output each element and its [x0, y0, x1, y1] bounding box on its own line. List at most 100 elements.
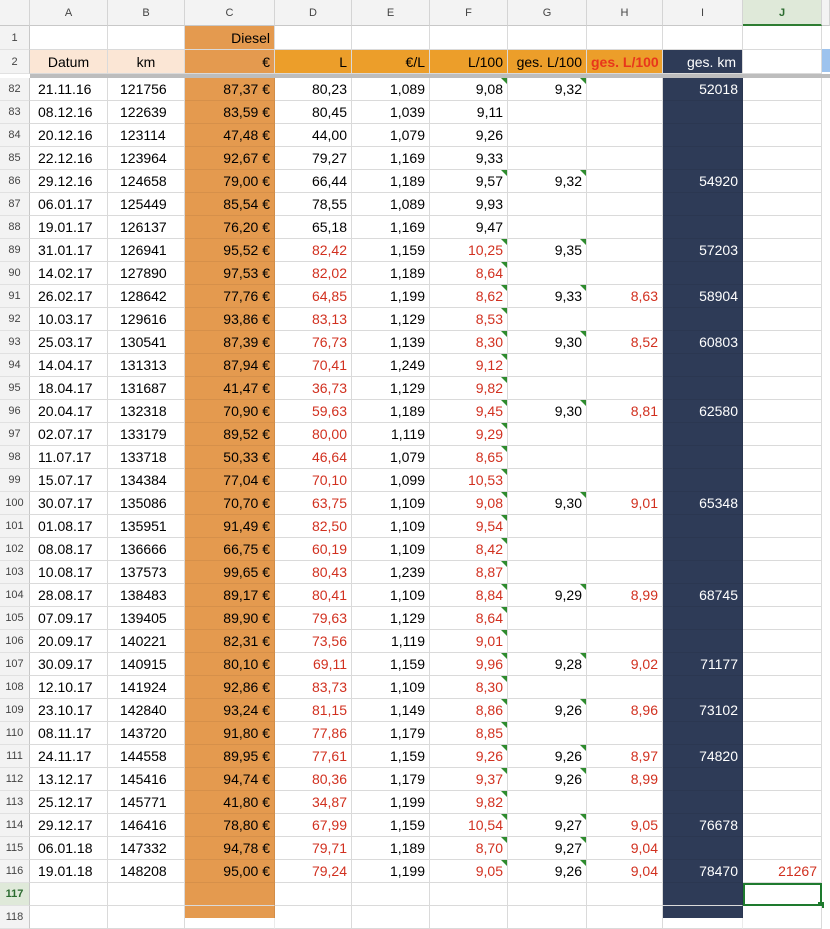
- cell-h83[interactable]: [587, 101, 663, 124]
- cell-e111[interactable]: 1,159: [352, 745, 430, 768]
- cell-i84[interactable]: [663, 124, 743, 147]
- cell-b108[interactable]: 141924: [108, 676, 185, 699]
- cell-b106[interactable]: 140221: [108, 630, 185, 653]
- cell-a108[interactable]: 12.10.17: [30, 676, 108, 699]
- cell-b1[interactable]: [108, 26, 185, 50]
- cell-d112[interactable]: 80,36: [275, 768, 352, 791]
- cell-g83[interactable]: [508, 101, 587, 124]
- row-header-86[interactable]: 86: [0, 170, 30, 193]
- cell-j84[interactable]: [743, 124, 822, 147]
- cell-a101[interactable]: 01.08.17: [30, 515, 108, 538]
- cell-a84[interactable]: 20.12.16: [30, 124, 108, 147]
- cell-c111[interactable]: 89,95 €: [185, 745, 275, 768]
- row-header-92[interactable]: 92: [0, 308, 30, 331]
- cell-j116[interactable]: 21267: [743, 860, 822, 883]
- cell-c101[interactable]: 91,49 €: [185, 515, 275, 538]
- cell-i105[interactable]: [663, 607, 743, 630]
- row-header-100[interactable]: 100: [0, 492, 30, 515]
- cell-e84[interactable]: 1,079: [352, 124, 430, 147]
- cell-a91[interactable]: 26.02.17: [30, 285, 108, 308]
- row-header-106[interactable]: 106: [0, 630, 30, 653]
- column-header-e[interactable]: E: [352, 0, 430, 26]
- cell-h113[interactable]: [587, 791, 663, 814]
- cell-j110[interactable]: [743, 722, 822, 745]
- cell-j103[interactable]: [743, 561, 822, 584]
- cell-a87[interactable]: 06.01.17: [30, 193, 108, 216]
- cell-a90[interactable]: 14.02.17: [30, 262, 108, 285]
- column-header-h[interactable]: H: [587, 0, 663, 26]
- row-header-105[interactable]: 105: [0, 607, 30, 630]
- cell-b111[interactable]: 144558: [108, 745, 185, 768]
- cell-i93[interactable]: 60803: [663, 331, 743, 354]
- row-header-104[interactable]: 104: [0, 584, 30, 607]
- cell-f83[interactable]: 9,11: [430, 101, 508, 124]
- cell-i103[interactable]: [663, 561, 743, 584]
- cell-g1[interactable]: [508, 26, 587, 50]
- cell-a95[interactable]: 18.04.17: [30, 377, 108, 400]
- cell-g117[interactable]: [508, 883, 587, 906]
- cell-g100[interactable]: 9,30: [508, 492, 587, 515]
- cell-a103[interactable]: 10.08.17: [30, 561, 108, 584]
- cell-h85[interactable]: [587, 147, 663, 170]
- cell-j104[interactable]: [743, 584, 822, 607]
- cell-i111[interactable]: 74820: [663, 745, 743, 768]
- cell-f84[interactable]: 9,26: [430, 124, 508, 147]
- cell-e110[interactable]: 1,179: [352, 722, 430, 745]
- cell-e108[interactable]: 1,109: [352, 676, 430, 699]
- cell-g104[interactable]: 9,29: [508, 584, 587, 607]
- cell-a94[interactable]: 14.04.17: [30, 354, 108, 377]
- cell-d95[interactable]: 36,73: [275, 377, 352, 400]
- cell-d91[interactable]: 64,85: [275, 285, 352, 308]
- cell-a1[interactable]: [30, 26, 108, 50]
- row-header-107[interactable]: 107: [0, 653, 30, 676]
- cell-f95[interactable]: 9,82: [430, 377, 508, 400]
- cell-b87[interactable]: 125449: [108, 193, 185, 216]
- cell-g84[interactable]: [508, 124, 587, 147]
- cell-a89[interactable]: 31.01.17: [30, 239, 108, 262]
- cell-h90[interactable]: [587, 262, 663, 285]
- cell-b116[interactable]: 148208: [108, 860, 185, 883]
- row-header-113[interactable]: 113: [0, 791, 30, 814]
- cell-b89[interactable]: 126941: [108, 239, 185, 262]
- cell-g114[interactable]: 9,27: [508, 814, 587, 837]
- cell-i115[interactable]: [663, 837, 743, 860]
- cell-j100[interactable]: [743, 492, 822, 515]
- header-cell-e[interactable]: €/L: [352, 50, 430, 74]
- cell-c108[interactable]: 92,86 €: [185, 676, 275, 699]
- cell-e96[interactable]: 1,189: [352, 400, 430, 423]
- cell-c86[interactable]: 79,00 €: [185, 170, 275, 193]
- cell-a97[interactable]: 02.07.17: [30, 423, 108, 446]
- cell-h89[interactable]: [587, 239, 663, 262]
- cell-f111[interactable]: 9,26: [430, 745, 508, 768]
- column-header-j[interactable]: J: [743, 0, 822, 26]
- cell-i117[interactable]: [663, 883, 743, 906]
- cell-i85[interactable]: [663, 147, 743, 170]
- cell-b88[interactable]: 126137: [108, 216, 185, 239]
- cell-b105[interactable]: 139405: [108, 607, 185, 630]
- cell-h84[interactable]: [587, 124, 663, 147]
- cell-f93[interactable]: 8,30: [430, 331, 508, 354]
- cell-e104[interactable]: 1,109: [352, 584, 430, 607]
- cell-g108[interactable]: [508, 676, 587, 699]
- cell-f101[interactable]: 9,54: [430, 515, 508, 538]
- cell-e93[interactable]: 1,139: [352, 331, 430, 354]
- cell-e87[interactable]: 1,089: [352, 193, 430, 216]
- cell-i86[interactable]: 54920: [663, 170, 743, 193]
- cell-g95[interactable]: [508, 377, 587, 400]
- cell-j102[interactable]: [743, 538, 822, 561]
- cell-j96[interactable]: [743, 400, 822, 423]
- row-header-94[interactable]: 94: [0, 354, 30, 377]
- cell-h116[interactable]: 9,04: [587, 860, 663, 883]
- cell-j86[interactable]: [743, 170, 822, 193]
- cell-g98[interactable]: [508, 446, 587, 469]
- cell-j83[interactable]: [743, 101, 822, 124]
- row-header-95[interactable]: 95: [0, 377, 30, 400]
- cell-c107[interactable]: 80,10 €: [185, 653, 275, 676]
- cell-e103[interactable]: 1,239: [352, 561, 430, 584]
- cell-a112[interactable]: 13.12.17: [30, 768, 108, 791]
- cell-g116[interactable]: 9,26: [508, 860, 587, 883]
- cell-c87[interactable]: 85,54 €: [185, 193, 275, 216]
- cell-e100[interactable]: 1,109: [352, 492, 430, 515]
- cell-e82[interactable]: 1,089: [352, 78, 430, 101]
- cell-b94[interactable]: 131313: [108, 354, 185, 377]
